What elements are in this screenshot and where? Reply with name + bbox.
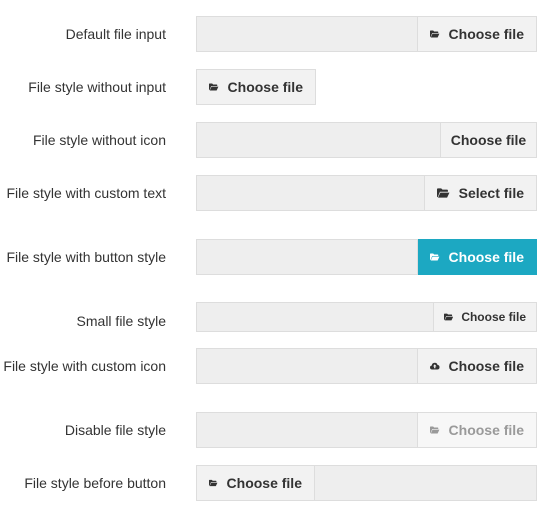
file-name-field[interactable] bbox=[196, 175, 425, 211]
folder-open-icon bbox=[209, 479, 218, 487]
file-input-group: Choose file bbox=[196, 122, 537, 158]
folder-open-icon bbox=[430, 426, 440, 434]
folder-open-icon bbox=[430, 253, 440, 261]
row-label: File style without input bbox=[28, 79, 166, 95]
button-label: Choose file bbox=[226, 475, 302, 491]
choose-file-button-disabled: Choose file bbox=[418, 412, 537, 448]
row-label: Small file style bbox=[76, 313, 166, 329]
folder-open-icon bbox=[430, 30, 440, 38]
button-label: Choose file bbox=[448, 422, 524, 438]
file-input-group: Choose file bbox=[196, 302, 537, 332]
file-name-field[interactable] bbox=[314, 465, 537, 501]
button-label: Choose file bbox=[448, 249, 524, 265]
button-label: Select file bbox=[458, 185, 524, 201]
choose-file-button[interactable]: Choose file bbox=[434, 302, 537, 332]
folder-open-icon bbox=[437, 188, 450, 198]
file-name-field[interactable] bbox=[196, 302, 434, 332]
choose-file-button[interactable]: Choose file bbox=[418, 16, 537, 52]
button-label: Choose file bbox=[450, 132, 527, 148]
row-label: Disable file style bbox=[64, 422, 166, 438]
choose-file-button[interactable]: Choose file bbox=[418, 239, 537, 275]
file-input-group: Choose file bbox=[196, 412, 537, 448]
file-name-field[interactable] bbox=[196, 122, 441, 158]
select-file-button[interactable]: Select file bbox=[425, 175, 537, 211]
file-name-field[interactable] bbox=[196, 348, 418, 384]
file-input-group: Choose file bbox=[196, 465, 537, 501]
folder-open-icon bbox=[444, 313, 454, 321]
row-label: File style with button style bbox=[6, 249, 166, 265]
file-input-group: Choose file bbox=[196, 69, 316, 105]
choose-file-button[interactable]: Choose file bbox=[196, 465, 314, 501]
file-input-group: Select file bbox=[196, 175, 537, 211]
button-label: Choose file bbox=[448, 26, 524, 42]
row-label: File style with custom text bbox=[6, 185, 167, 201]
file-name-field bbox=[196, 412, 418, 448]
button-label: Choose file bbox=[448, 358, 524, 374]
file-input-group: Choose file bbox=[196, 239, 537, 275]
file-input-group: Choose file bbox=[196, 16, 537, 52]
button-label: Choose file bbox=[227, 79, 303, 95]
row-label: File style without icon bbox=[32, 132, 166, 148]
file-name-field[interactable] bbox=[196, 16, 418, 52]
choose-file-button[interactable]: Choose file bbox=[418, 348, 537, 384]
file-name-field[interactable] bbox=[196, 239, 418, 275]
row-label: File style with custom icon bbox=[3, 358, 166, 374]
button-label: Choose file bbox=[461, 310, 526, 324]
row-label: File style before button bbox=[24, 475, 166, 491]
folder-open-icon bbox=[209, 83, 219, 91]
file-input-group: Choose file bbox=[196, 348, 537, 384]
choose-file-button[interactable]: Choose file bbox=[196, 69, 316, 105]
row-label: Default file input bbox=[65, 26, 166, 42]
cloud-upload-icon bbox=[430, 362, 440, 370]
choose-file-button[interactable]: Choose file bbox=[441, 122, 537, 158]
